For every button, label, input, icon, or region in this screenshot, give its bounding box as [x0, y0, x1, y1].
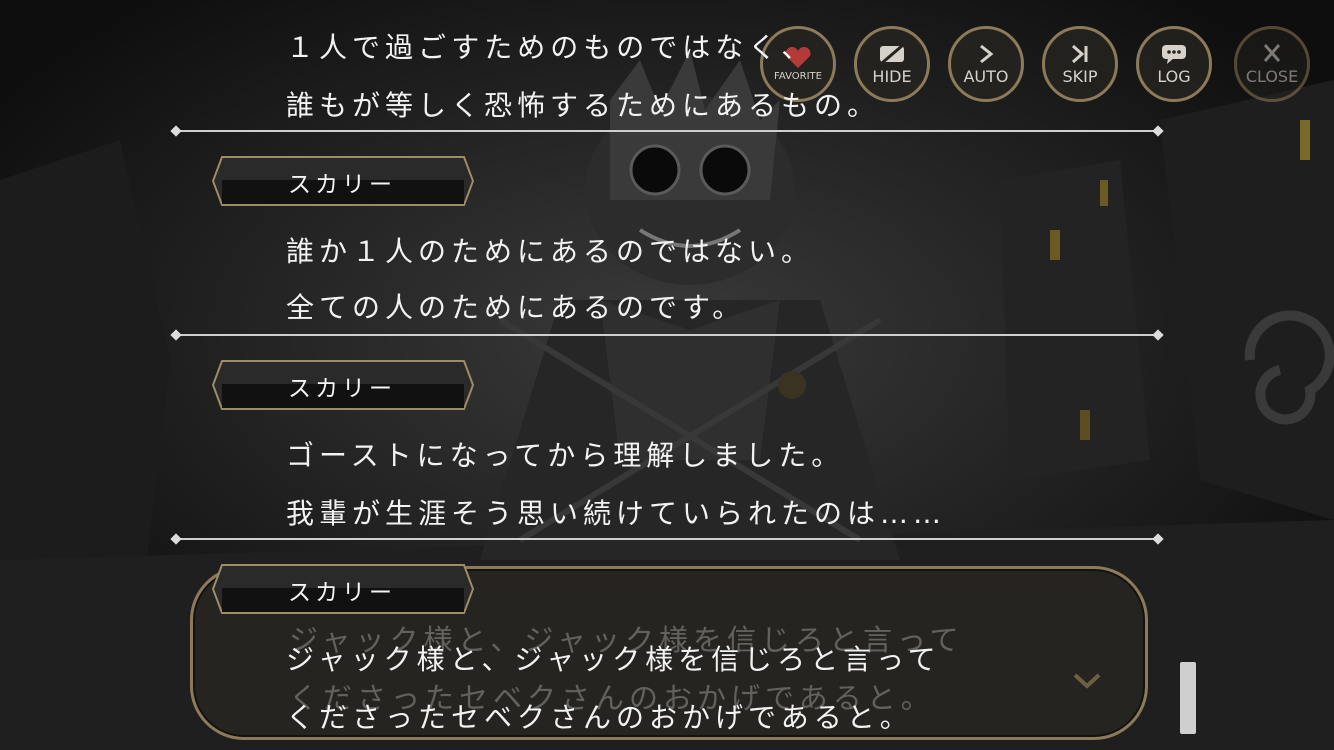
log-divider: [176, 334, 1158, 336]
speaker-name: スカリー: [288, 172, 396, 198]
log-entry-3-line-2: 我輩が生涯そう思い続けていられたのは……: [286, 497, 947, 530]
log-divider: [176, 130, 1158, 132]
log-entry-4-line-2: くださったセベクさんのおかげであると。: [286, 701, 913, 734]
speaker-name: スカリー: [288, 580, 396, 606]
speaker-name: スカリー: [288, 376, 396, 402]
log-entry-2-line-1: 誰か１人のためにあるのではない。: [286, 235, 815, 268]
backlog: １人で過ごすためのものではなく、 誰もが等しく恐怖するためにあるもの。 スカリー…: [0, 0, 1334, 750]
log-entry-1-line-1: １人で過ごすためのものではなく、: [286, 31, 815, 64]
speaker-nameplate: スカリー: [212, 564, 474, 614]
log-entry-3-line-1: ゴーストになってから理解しました。: [286, 439, 845, 472]
log-entry-1-line-2: 誰もが等しく恐怖するためにあるもの。: [286, 89, 881, 122]
speaker-nameplate: スカリー: [212, 360, 474, 410]
speaker-nameplate: スカリー: [212, 156, 474, 206]
log-entry-2-line-2: 全ての人のためにあるのです。: [286, 291, 746, 324]
log-divider: [176, 538, 1158, 540]
log-scrollbar[interactable]: [1180, 662, 1196, 734]
log-entry-4-line-1: ジャック様と、ジャック様を信じろと言って: [286, 643, 941, 676]
